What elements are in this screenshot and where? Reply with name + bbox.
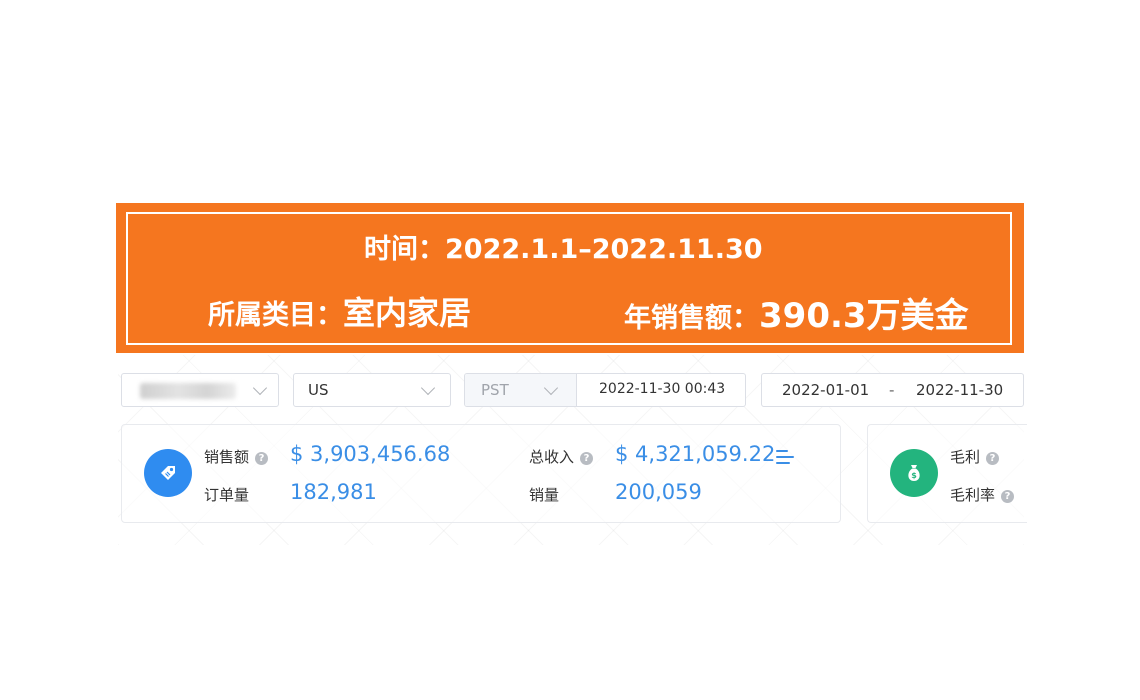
sales-value: $ 3,903,456.68 (290, 442, 451, 466)
annual-sales-value: 390.3万美金 (759, 296, 969, 336)
orders-label: 订单量 (204, 486, 250, 504)
chevron-down-icon (252, 380, 268, 396)
date-range-picker[interactable]: 2022-01-01 - 2022-11-30 (761, 373, 1024, 407)
gross-profit-label-wrap: 毛利? (950, 446, 1000, 467)
sales-label-wrap: 销售额? (204, 446, 269, 467)
units-value: 200,059 (615, 480, 702, 504)
country-select[interactable]: US (293, 373, 451, 407)
summary-banner: 时间：2022.1.1–2022.11.30 所属类目：室内家居 年销售额：39… (116, 203, 1024, 353)
revenue-label: 总收入 (529, 448, 575, 466)
tag-icon (144, 449, 192, 497)
timezone-value: PST (481, 381, 509, 399)
date-end[interactable]: 2022-11-30 (916, 381, 1003, 399)
help-icon[interactable]: ? (255, 452, 269, 465)
help-icon[interactable]: ? (580, 452, 594, 465)
svg-text:$: $ (911, 471, 917, 480)
profit-summary-card: $ 毛利? 毛利率? (867, 424, 1027, 523)
category-label: 所属类目： (208, 300, 343, 331)
chevron-down-icon (543, 380, 559, 396)
store-select[interactable] (121, 373, 279, 407)
gross-margin-label-wrap: 毛利率? (950, 484, 1015, 505)
help-icon[interactable]: ? (1001, 490, 1015, 503)
orders-value: 182,981 (290, 480, 377, 504)
banner-annual-sales: 年销售额：390.3万美金 (624, 288, 969, 337)
units-label: 销量 (529, 486, 560, 504)
list-detail-icon[interactable] (776, 450, 794, 464)
sales-label: 销售额 (204, 448, 250, 466)
redacted-store-name (140, 383, 236, 399)
chevron-down-icon (420, 380, 436, 396)
category-value: 室内家居 (343, 294, 472, 332)
revenue-value: $ 4,321,059.22 (615, 442, 776, 466)
help-icon[interactable]: ? (986, 452, 1000, 465)
time-value: 2022.1.1–2022.11.30 (445, 234, 763, 265)
banner-time: 时间：2022.1.1–2022.11.30 (364, 227, 763, 266)
gross-profit-label: 毛利 (950, 448, 981, 466)
money-bag-icon: $ (890, 449, 938, 497)
date-separator: - (889, 381, 895, 399)
gross-margin-label: 毛利率 (950, 486, 996, 504)
timezone-select[interactable]: PST (465, 374, 577, 406)
revenue-label-wrap: 总收入? (529, 446, 594, 467)
date-start[interactable]: 2022-01-01 (782, 381, 869, 399)
banner-category: 所属类目：室内家居 (208, 288, 471, 334)
timezone-group: PST 2022-11-30 00:43 (464, 373, 746, 407)
current-time: 2022-11-30 00:43 (599, 381, 726, 397)
country-value: US (308, 381, 329, 399)
annual-sales-label: 年销售额： (624, 303, 759, 334)
sales-summary-card: 销售额? $ 3,903,456.68 订单量 182,981 总收入? $ 4… (121, 424, 841, 523)
time-label: 时间： (364, 234, 445, 265)
